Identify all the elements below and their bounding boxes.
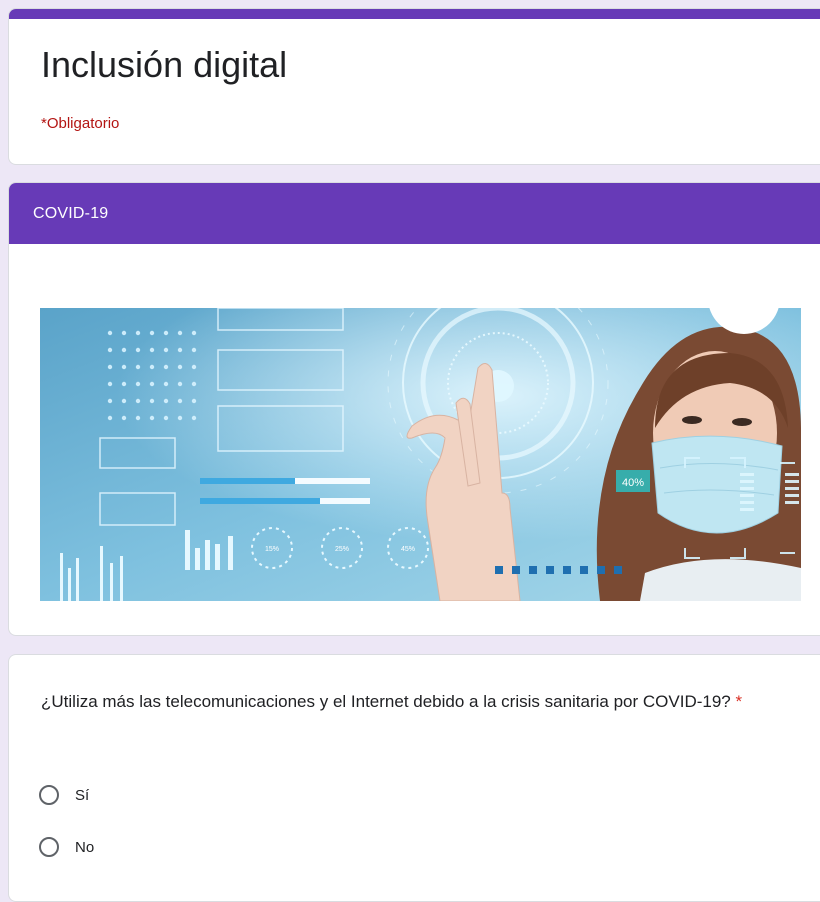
form-title: Inclusión digital — [41, 44, 288, 85]
hud-percentage-label: 40% — [622, 477, 644, 489]
question-card: ¿Utiliza más las telecomunicaciones y el… — [8, 654, 820, 902]
section-image: 15% 25% 45% 40% — [40, 308, 801, 601]
form-accent-bar — [9, 9, 820, 19]
option-si[interactable]: Sí — [39, 785, 89, 805]
option-no[interactable]: No — [39, 837, 94, 857]
required-asterisk: * — [735, 692, 743, 711]
required-note: *Obligatorio — [41, 115, 120, 132]
radio-no[interactable] — [39, 837, 59, 857]
dial-label-25: 25% — [335, 546, 349, 553]
form-title-card: Inclusión digital *Obligatorio — [8, 8, 820, 165]
section-card: COVID-19 15% 25% 45% 40% — [8, 182, 820, 636]
radio-si[interactable] — [39, 785, 59, 805]
question-text: ¿Utiliza más las telecomunicaciones y el… — [41, 689, 801, 715]
option-label-no: No — [75, 838, 95, 856]
question-label: ¿Utiliza más las telecomunicaciones y el… — [41, 692, 731, 711]
section-header: COVID-19 — [9, 183, 820, 244]
dial-label-15: 15% — [265, 546, 279, 553]
dial-label-45: 45% — [401, 546, 415, 553]
option-label-si: Sí — [75, 786, 90, 804]
